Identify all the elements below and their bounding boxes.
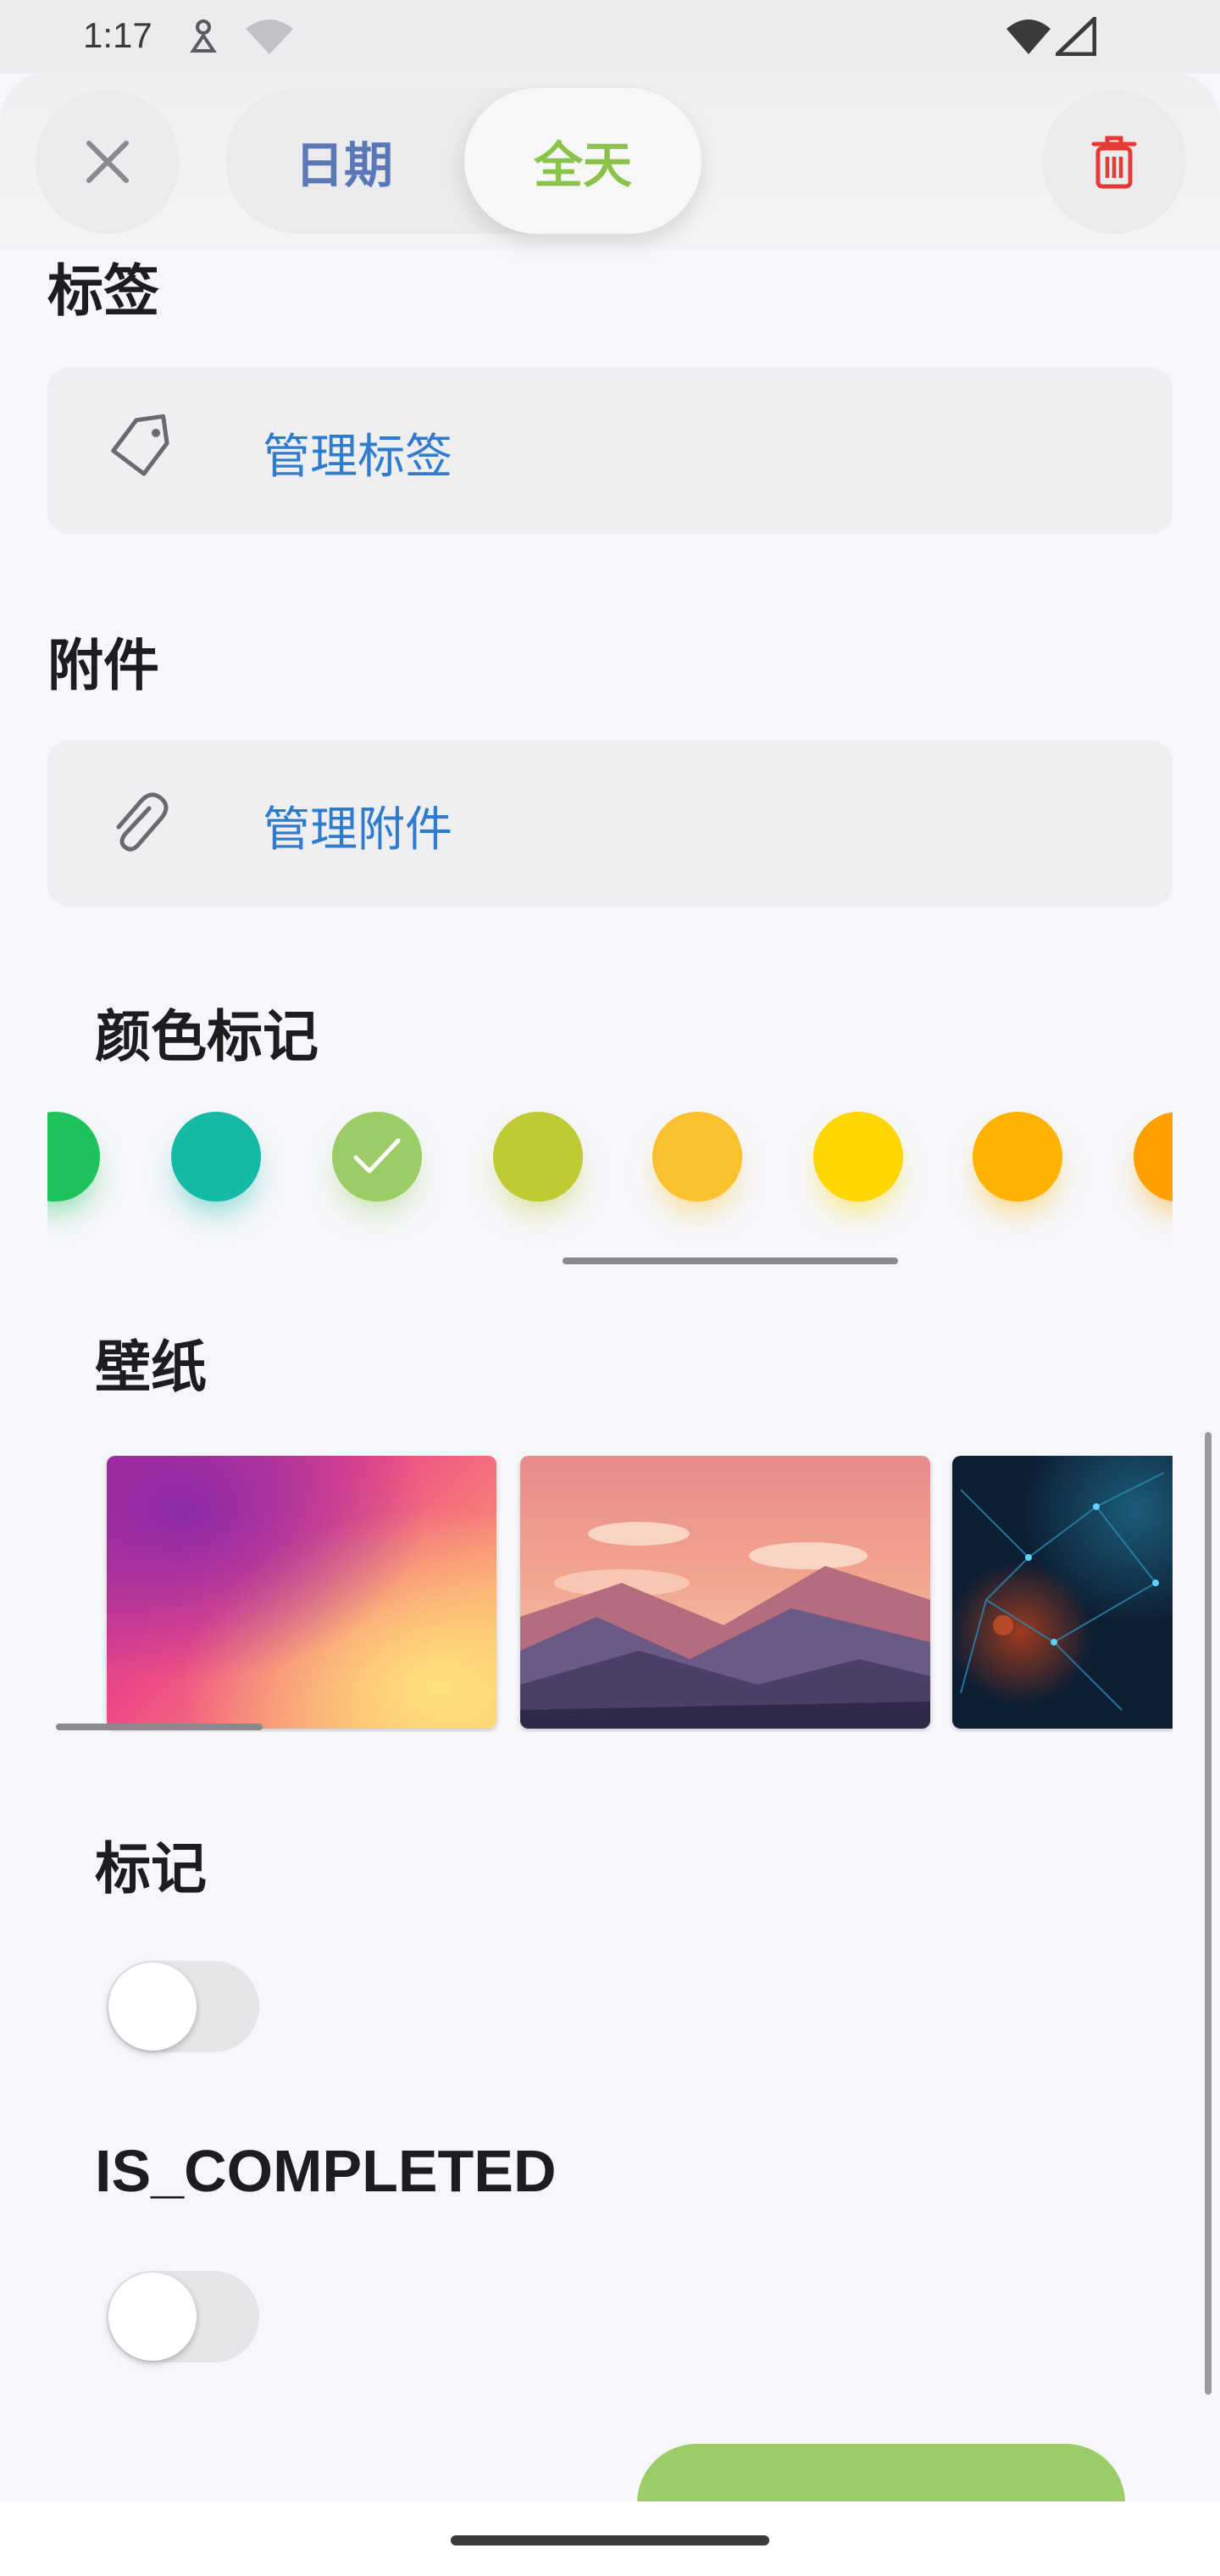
tags-title: 标签: [47, 258, 159, 324]
swatch-face: [493, 1112, 583, 1202]
color-swatch[interactable]: [973, 1112, 1062, 1210]
swatch-face: [652, 1112, 742, 1202]
color-picker: [47, 1102, 1173, 1271]
status-bar: 1:17: [0, 0, 1220, 73]
color-swatch[interactable]: [171, 1112, 261, 1210]
flag-switch[interactable]: [107, 1961, 259, 2052]
color-mark-title: 颜色标记: [95, 1004, 319, 1069]
switch-knob: [108, 1963, 197, 2051]
wallpaper-scroll-indicator[interactable]: [56, 1724, 263, 1730]
wallpaper-picker: [47, 1456, 1173, 1732]
swatch-face: [1134, 1112, 1173, 1202]
color-swatch[interactable]: [1134, 1112, 1173, 1210]
wifi-icon: [1006, 19, 1051, 54]
color-swatch[interactable]: [813, 1112, 903, 1210]
page-scrollbar[interactable]: [1205, 1432, 1212, 2395]
paperclip-icon: [116, 792, 169, 852]
color-swatch[interactable]: [493, 1112, 583, 1210]
swatch-face: [47, 1112, 100, 1202]
delete-button[interactable]: [1042, 90, 1186, 234]
mountains-art: [520, 1522, 930, 1729]
close-button[interactable]: [36, 90, 180, 234]
manage-attachments-row[interactable]: 管理附件: [47, 741, 1173, 907]
wallpaper-title: 壁纸: [95, 1335, 207, 1400]
tab-all-day[interactable]: 全天: [464, 88, 702, 234]
manage-tags-row[interactable]: 管理标签: [47, 368, 1173, 534]
close-icon: [86, 141, 129, 183]
color-scroll-indicator[interactable]: [563, 1257, 898, 1264]
color-swatch[interactable]: [652, 1112, 742, 1210]
wifi-unknown-icon: [246, 19, 293, 54]
tab-date[interactable]: 日期: [225, 88, 463, 234]
cell-signal-icon: [1056, 17, 1096, 56]
completed-switch[interactable]: [107, 2271, 259, 2362]
network-art: [960, 1472, 1165, 1711]
manage-attachments-label: 管理附件: [263, 802, 452, 858]
switch-knob: [108, 2273, 197, 2361]
network-dark-wallpaper[interactable]: [952, 1456, 1173, 1729]
attachments-title: 附件: [47, 633, 159, 698]
completed-title: IS_COMPLETED: [95, 2138, 557, 2204]
notification-icon: [190, 19, 217, 53]
check-icon: [353, 1138, 401, 1174]
swatch-face: [171, 1112, 261, 1202]
navigation-bar: [0, 2501, 1220, 2576]
home-gesture-handle[interactable]: [451, 2535, 769, 2545]
sunset-mountains-wallpaper[interactable]: [520, 1456, 930, 1729]
manage-tags-label: 管理标签: [263, 430, 452, 485]
date-mode-toggle: 日期 全天: [225, 88, 702, 234]
flag-title: 标记: [95, 1836, 207, 1901]
tag-icon: [111, 414, 169, 476]
trash-icon: [1091, 136, 1137, 189]
status-time: 1:17: [83, 15, 152, 55]
color-swatch-selected[interactable]: [332, 1112, 422, 1210]
color-swatch[interactable]: [47, 1112, 100, 1210]
swatch-face: [973, 1112, 1062, 1202]
pink-gradient-wallpaper[interactable]: [107, 1456, 496, 1729]
swatch-face: [813, 1112, 903, 1202]
